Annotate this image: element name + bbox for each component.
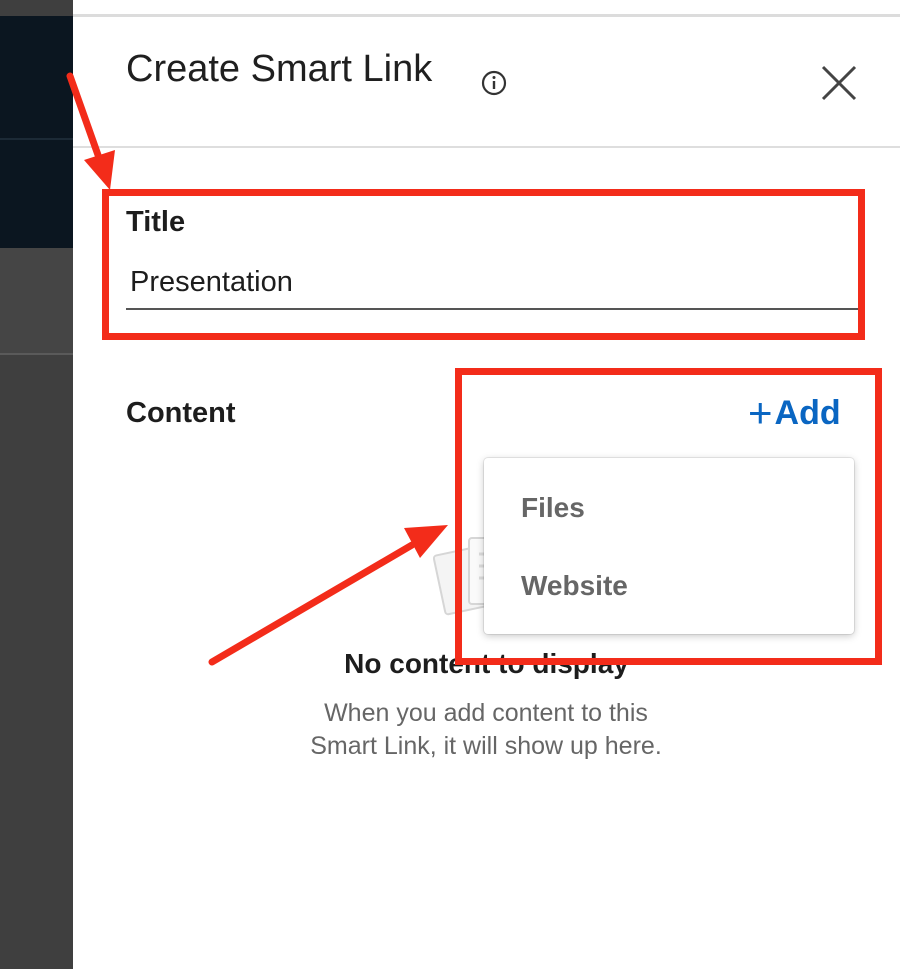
annotation-box-title [102, 189, 865, 340]
background-page [0, 0, 73, 969]
panel-header: Create Smart Link [73, 0, 900, 130]
header-divider [73, 146, 900, 148]
background-divider [0, 138, 73, 140]
panel-title: Create Smart Link [126, 48, 433, 90]
empty-state-description: When you add content to this Smart Link,… [226, 697, 746, 763]
background-toolbar [0, 248, 73, 354]
info-icon[interactable] [480, 69, 508, 97]
background-header [0, 16, 73, 248]
content-label: Content [126, 397, 236, 429]
screen: Create Smart Link Title Content + Add [0, 0, 900, 969]
close-icon[interactable] [818, 62, 860, 104]
background-divider [0, 353, 73, 355]
empty-state-line: When you add content to this [324, 699, 648, 727]
empty-state-line: Smart Link, it will show up here. [310, 732, 662, 760]
annotation-box-add-menu [455, 368, 882, 665]
